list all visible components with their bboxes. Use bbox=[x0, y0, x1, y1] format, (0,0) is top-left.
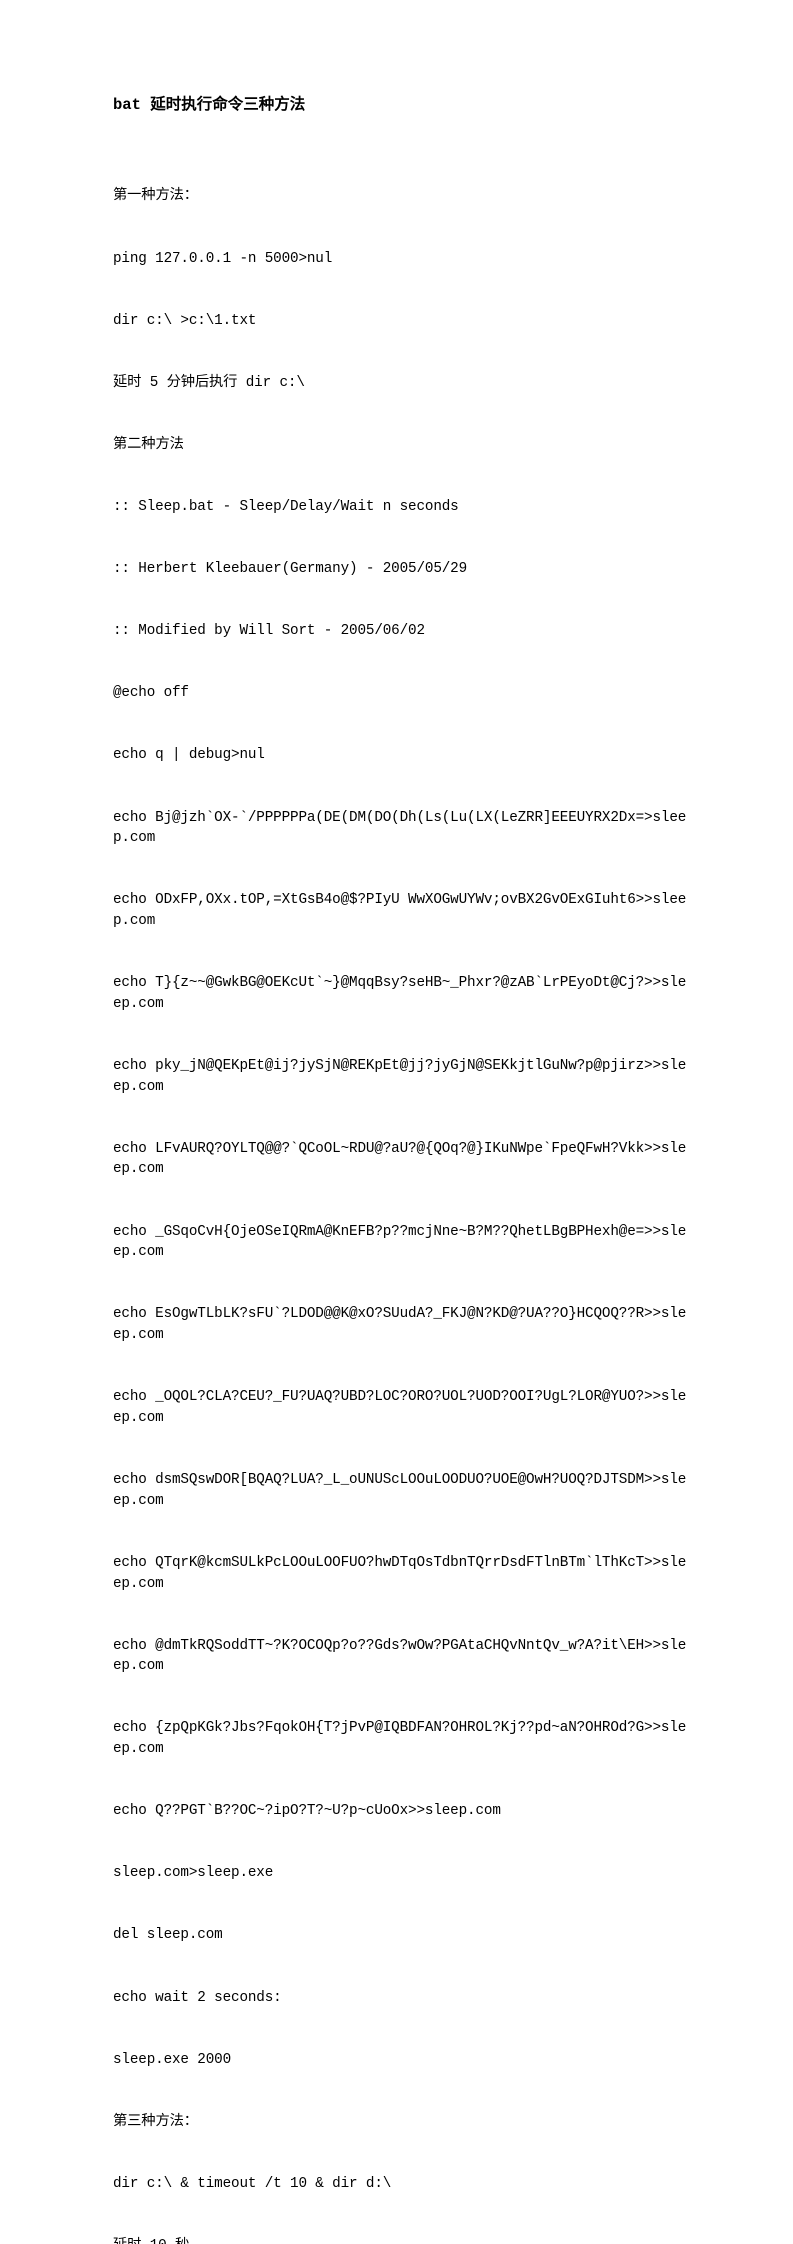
body-line: echo EsOgwTLbLK?sFU`?LDOD@@K@xO?SUudA?_F… bbox=[113, 1306, 687, 1344]
body-line: 第二种方法 bbox=[113, 436, 184, 453]
body-line: echo pky_jN@QEKpEt@ij?jySjN@REKpEt@jj?jy… bbox=[113, 1057, 687, 1095]
body-line: @echo off bbox=[113, 685, 189, 702]
document-body: 第一种方法： ping 127.0.0.1 -n 5000>nul dir c:… bbox=[113, 145, 688, 2244]
body-line: sleep.exe 2000 bbox=[113, 2051, 232, 2068]
body-line: echo QTqrK@kcmSULkPcLOOuLOOFUO?hwDTqOsTd… bbox=[113, 1554, 687, 1592]
body-line: echo ODxFP,OXx.tOP,=XtGsB4o@$?PIyU WwXOG… bbox=[113, 892, 687, 930]
body-line: del sleep.com bbox=[113, 1927, 223, 1944]
body-line: echo Bj@jzh`OX-`/PPPPPPa(DE(DM(DO(Dh(Ls(… bbox=[113, 809, 687, 847]
body-line: sleep.com>sleep.exe bbox=[113, 1865, 274, 1882]
body-line: 第三种方法： bbox=[113, 2113, 198, 2130]
body-line: echo dsmSQswDOR[BQAQ?LUA?_L_oUNUScLOOuLO… bbox=[113, 1472, 687, 1509]
body-line: dir c:\ & timeout /t 10 & dir d:\ bbox=[113, 2175, 392, 2192]
body-line: echo {zpQpKGk?Jbs?FqokOH{T?jPvP@IQBDFAN?… bbox=[113, 1720, 687, 1758]
body-line: echo q | debug>nul bbox=[113, 747, 265, 764]
body-line: echo wait 2 seconds: bbox=[113, 1989, 282, 2006]
document-page: bat 延时执行命令三种方法 第一种方法： ping 127.0.0.1 -n … bbox=[0, 0, 793, 2244]
body-line: echo @dmTkRQSoddTT~?K?OCOQp?o??Gds?wOw?P… bbox=[113, 1637, 687, 1675]
body-line: echo T}{z~~@GwkBG@OEKcUt`~}@MqqBsy?seHB~… bbox=[113, 975, 687, 1012]
body-line: echo LFvAURQ?OYLTQ@@?`QCoOL~RDU@?aU?@{QO… bbox=[113, 1140, 687, 1178]
body-line: echo Q??PGT`B??OC~?ipO?T?~U?p~cUoOx>>sle… bbox=[113, 1803, 501, 1820]
body-line: :: Sleep.bat - Sleep/Delay/Wait n second… bbox=[113, 498, 459, 515]
body-line: 第一种方法： bbox=[113, 188, 198, 205]
body-line: ping 127.0.0.1 -n 5000>nul bbox=[113, 250, 333, 267]
body-line: echo _GSqoCvH{OjeOSeIQRmA@KnEFB?p??mcjNn… bbox=[113, 1223, 687, 1261]
page-title: bat 延时执行命令三种方法 bbox=[113, 96, 306, 114]
body-line: 延时 10 秒 bbox=[113, 2236, 688, 2244]
body-line: 延时 5 分钟后执行 dir c:\ bbox=[113, 374, 305, 391]
body-line: :: Modified by Will Sort - 2005/06/02 bbox=[113, 623, 425, 640]
body-line: dir c:\ >c:\1.txt bbox=[113, 312, 257, 329]
body-line: echo _OQOL?CLA?CEU?_FU?UAQ?UBD?LOC?ORO?U… bbox=[113, 1389, 687, 1426]
body-line: :: Herbert Kleebauer(Germany) - 2005/05/… bbox=[113, 561, 468, 578]
